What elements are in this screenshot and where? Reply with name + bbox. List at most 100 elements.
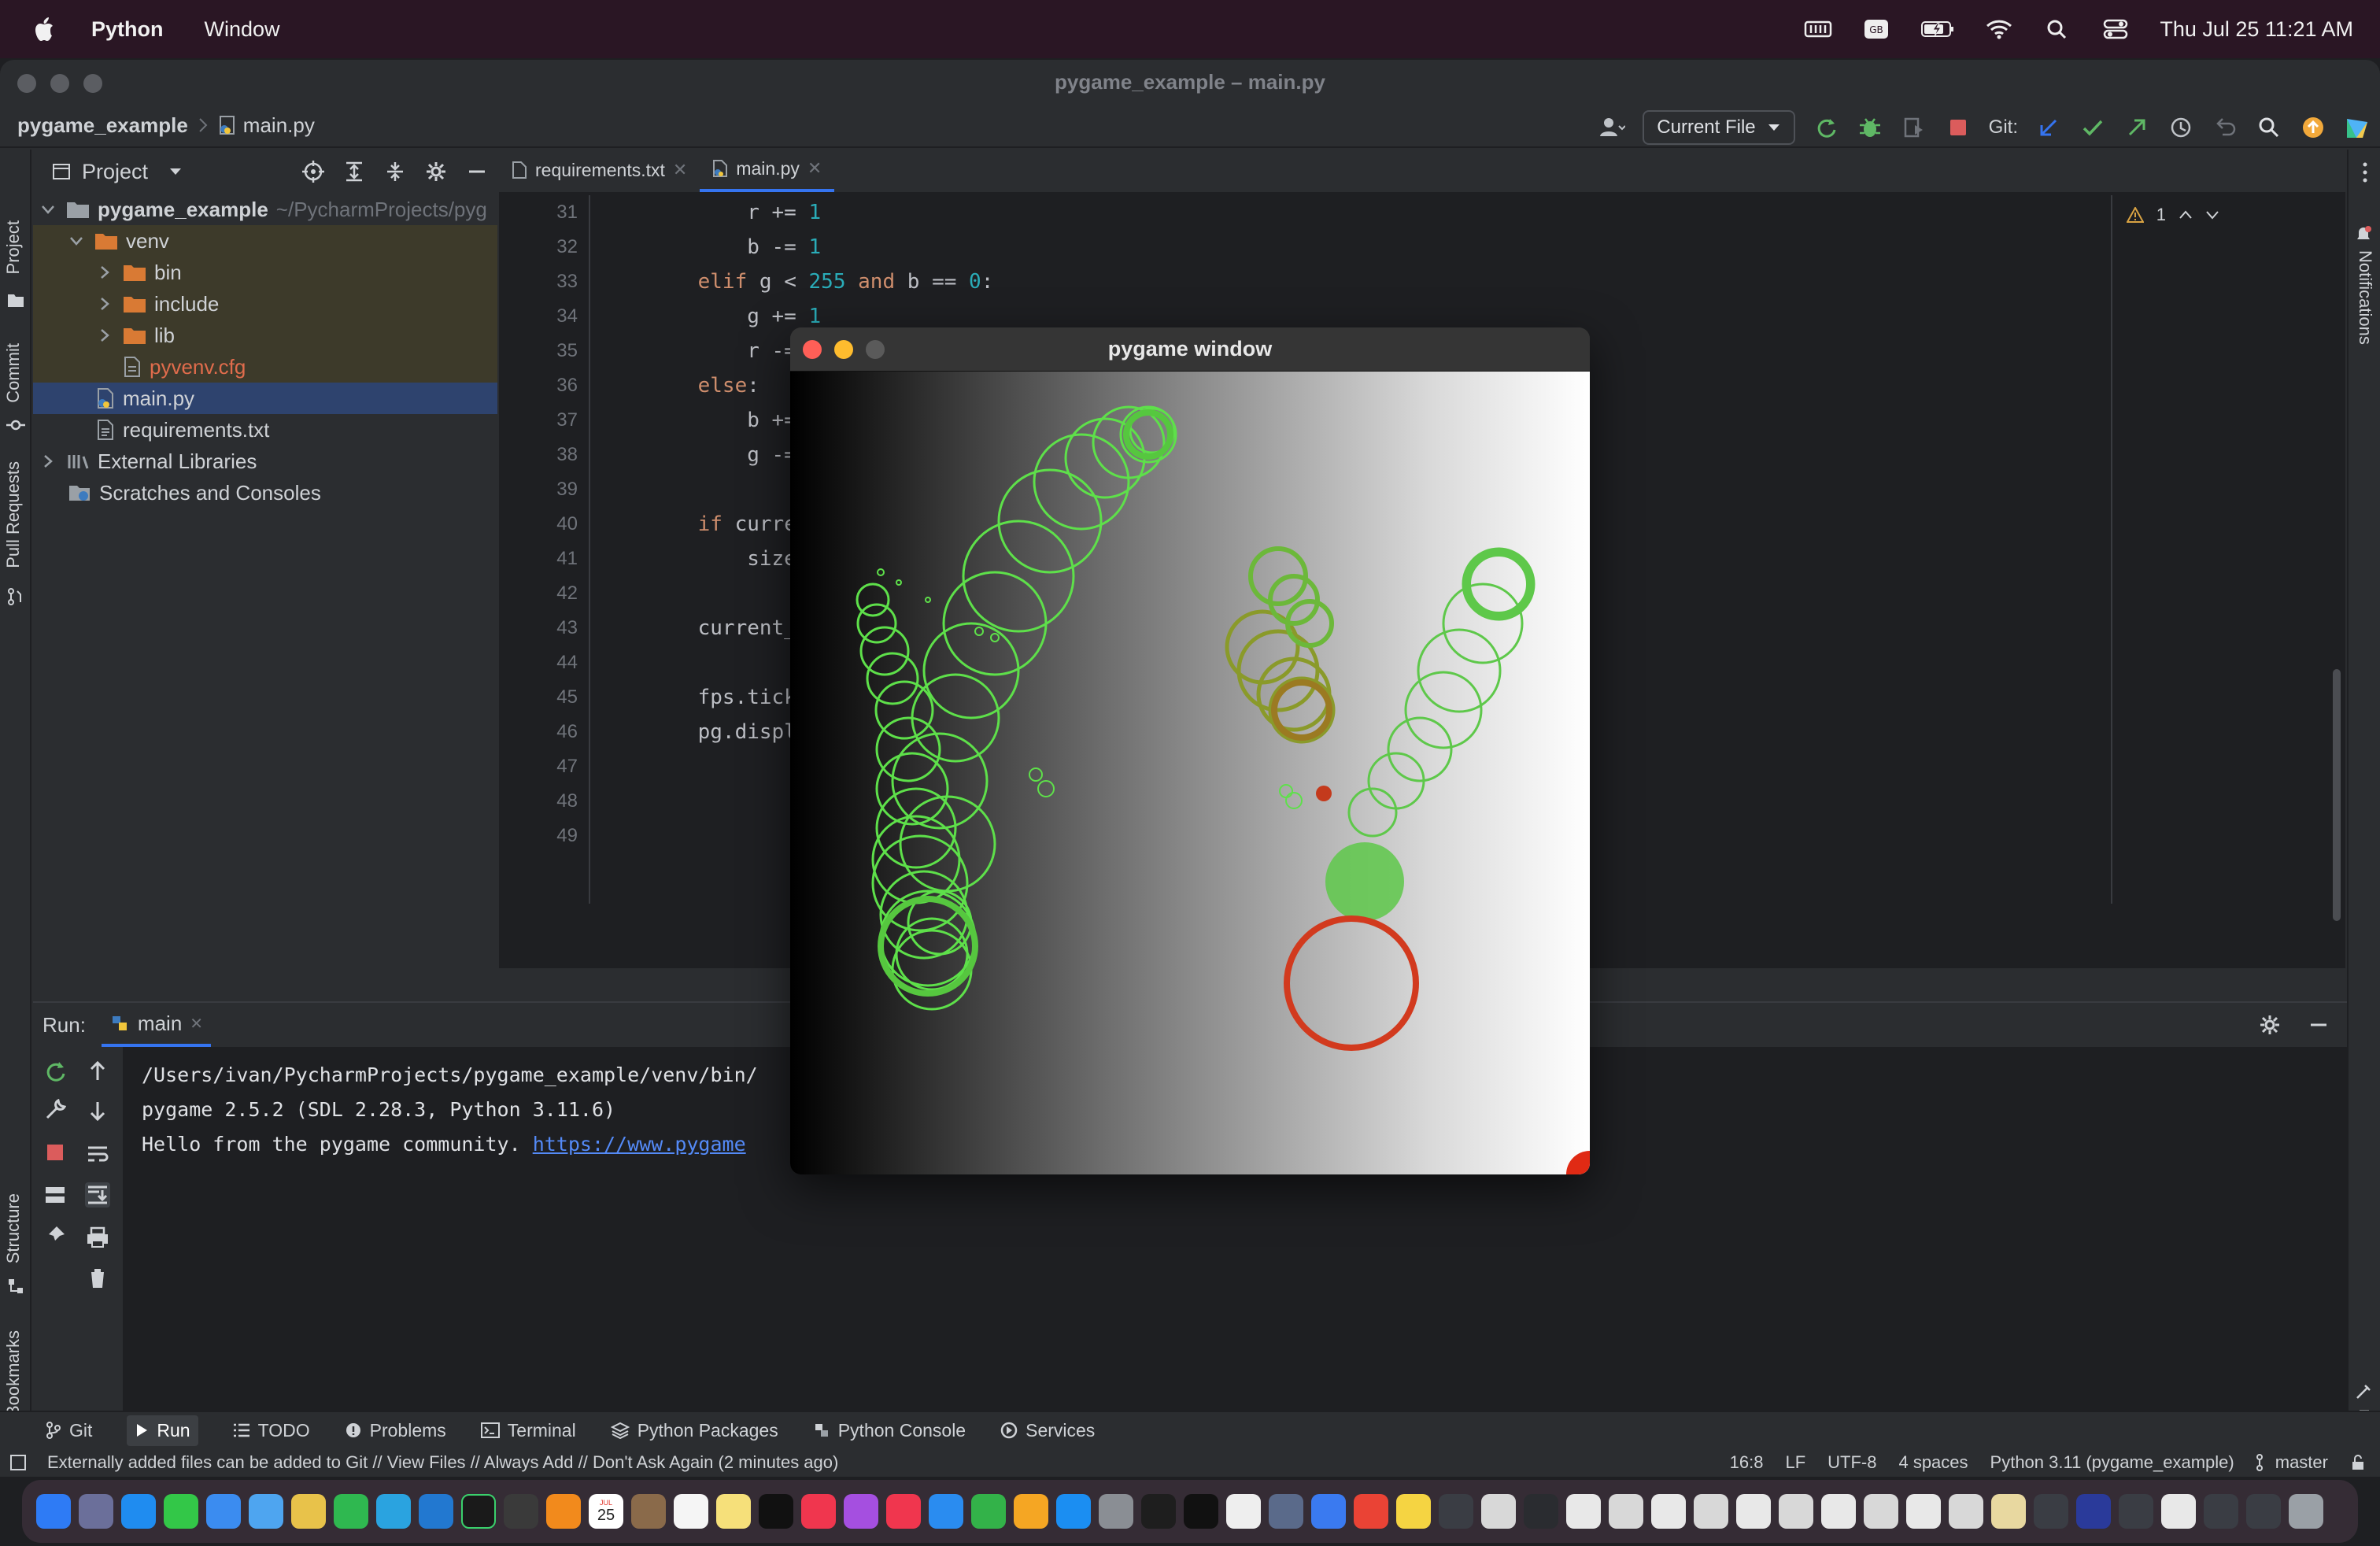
bottom-tab-terminal[interactable]: Terminal	[480, 1420, 576, 1441]
zoom-window-button[interactable]	[83, 74, 102, 93]
minimized-window-thumb[interactable]	[2246, 1494, 2281, 1529]
chevron-right-icon[interactable]	[96, 327, 113, 344]
tool-tab-project[interactable]: Project	[3, 220, 24, 274]
ai-app-icon[interactable]	[504, 1494, 538, 1529]
minimized-window-thumb[interactable]	[1906, 1494, 1941, 1529]
project-panel-title[interactable]: Project	[82, 160, 148, 184]
structure-tool-icon[interactable]	[6, 1277, 25, 1296]
debug-icon[interactable]	[1857, 114, 1883, 141]
lock-icon[interactable]	[2350, 1454, 2366, 1471]
line-separator[interactable]: LF	[1785, 1452, 1805, 1473]
tree-node-include[interactable]: include	[33, 288, 497, 320]
ide-update-icon[interactable]	[2300, 114, 2326, 141]
safari-icon[interactable]	[121, 1494, 156, 1529]
close-tab-icon[interactable]: ✕	[808, 158, 822, 179]
tree-node-requirements[interactable]: requirements.txt	[33, 414, 497, 446]
arrow-up-icon[interactable]	[85, 1058, 110, 1083]
expand-all-icon[interactable]	[343, 161, 365, 183]
minimized-window-thumb[interactable]	[2119, 1494, 2153, 1529]
reminders-icon[interactable]	[674, 1494, 708, 1529]
minimized-window-thumb[interactable]	[1949, 1494, 1983, 1529]
tool-tab-commit[interactable]: Commit	[3, 343, 24, 403]
calendar-icon[interactable]: JUL 25	[589, 1494, 623, 1529]
books-icon[interactable]	[546, 1494, 581, 1529]
code-line[interactable]: elif g < 255 and b == 0:	[649, 264, 994, 299]
history-icon[interactable]	[2168, 114, 2194, 141]
make-tool-icon[interactable]	[2354, 1382, 2373, 1401]
notes-icon[interactable]	[716, 1494, 751, 1529]
contacts-icon[interactable]	[631, 1494, 666, 1529]
gear-icon[interactable]	[425, 161, 447, 183]
apple-tv-icon[interactable]	[759, 1494, 793, 1529]
app-store-icon[interactable]	[1056, 1494, 1091, 1529]
minimized-window-thumb[interactable]	[1566, 1494, 1601, 1529]
memory-icon[interactable]	[1804, 18, 1832, 40]
minimized-window-thumb[interactable]	[1651, 1494, 1686, 1529]
chevron-down-icon[interactable]	[2205, 209, 2219, 220]
console-output[interactable]: /Users/ivan/PycharmProjects/pygame_examp…	[142, 1058, 758, 1162]
select-opened-file-icon[interactable]	[302, 161, 324, 183]
chevron-right-icon[interactable]	[96, 295, 113, 313]
wifi-icon[interactable]	[1985, 18, 2013, 40]
rollback-icon[interactable]	[2212, 114, 2238, 141]
editor-scrollbar[interactable]	[2333, 669, 2341, 921]
minimized-window-thumb[interactable]	[1991, 1494, 2026, 1529]
apple-menu-icon[interactable]	[31, 16, 55, 43]
bottom-tab-todo[interactable]: TODO	[233, 1420, 310, 1441]
chevron-down-icon[interactable]	[168, 166, 183, 177]
chevron-down-icon[interactable]	[68, 232, 85, 250]
rerun-icon[interactable]	[1813, 114, 1839, 141]
tree-node-external-libraries[interactable]: External Libraries	[33, 446, 497, 477]
bottom-tab-problems[interactable]: Problems	[345, 1420, 446, 1441]
code-line[interactable]: r += 1	[649, 195, 993, 230]
close-tab-icon[interactable]: ✕	[673, 160, 687, 180]
project-tool-icon[interactable]	[6, 291, 25, 310]
hide-panel-icon[interactable]	[2308, 1014, 2330, 1036]
chevron-right-icon[interactable]	[96, 264, 113, 281]
keynote-icon[interactable]	[929, 1494, 963, 1529]
launchpad-icon[interactable]	[79, 1494, 113, 1529]
pygame-canvas[interactable]	[790, 372, 1590, 1174]
cyberduck-icon[interactable]	[1396, 1494, 1431, 1529]
tool-tab-pull-requests[interactable]: Pull Requests	[3, 461, 24, 568]
tool-tab-notifications[interactable]: Notifications	[2355, 250, 2375, 345]
mail-icon[interactable]	[206, 1494, 241, 1529]
pages-icon[interactable]	[1014, 1494, 1048, 1529]
activity-monitor-icon[interactable]	[1141, 1494, 1176, 1529]
tree-node-venv[interactable]: venv	[33, 225, 497, 257]
minimize-window-button[interactable]	[50, 74, 69, 93]
minimized-window-thumb[interactable]	[1524, 1494, 1558, 1529]
more-tabs-icon[interactable]	[2361, 161, 2369, 184]
editor-tab-main-py[interactable]: main.py ✕	[700, 148, 835, 192]
notifications-icon[interactable]	[2354, 225, 2373, 244]
minimized-window-thumb[interactable]	[2076, 1494, 2111, 1529]
run-configuration-selector[interactable]: Current File	[1643, 110, 1795, 145]
minimized-window-thumb[interactable]	[1609, 1494, 1643, 1529]
minimize-window-button[interactable]	[834, 340, 853, 359]
run-tab-main[interactable]: main ✕	[101, 1003, 212, 1047]
podcasts-icon[interactable]	[844, 1494, 878, 1529]
pygame-titlebar[interactable]: pygame window	[790, 327, 1590, 372]
minimized-window-thumb[interactable]	[1481, 1494, 1516, 1529]
keyboard-layout-icon[interactable]: GB	[1862, 18, 1890, 40]
photos-icon[interactable]	[291, 1494, 326, 1529]
minimized-window-thumb[interactable]	[1694, 1494, 1728, 1529]
rerun-icon[interactable]	[42, 1058, 68, 1083]
numbers-icon[interactable]	[971, 1494, 1006, 1529]
arrow-down-icon[interactable]	[85, 1099, 110, 1124]
messages-icon[interactable]	[164, 1494, 198, 1529]
console-link[interactable]: https://www.pygame	[533, 1133, 746, 1156]
breadcrumb-project[interactable]: pygame_example	[17, 113, 188, 138]
stop-icon[interactable]	[1945, 114, 1972, 141]
menubar-clock[interactable]: Thu Jul 25 11:21 AM	[2160, 17, 2353, 42]
bottom-tab-python-console[interactable]: Python Console	[813, 1420, 966, 1441]
close-window-button[interactable]	[803, 340, 822, 359]
tool-tab-bookmarks[interactable]: Bookmarks	[3, 1330, 24, 1417]
python-interpreter[interactable]: Python 3.11 (pygame_example)	[1990, 1452, 2234, 1473]
stop-icon[interactable]	[42, 1140, 68, 1165]
tree-node-pyvenv-cfg[interactable]: pyvenv.cfg	[33, 351, 497, 383]
vscode-icon[interactable]	[419, 1494, 453, 1529]
caret-position[interactable]: 16:8	[1730, 1452, 1764, 1473]
bottom-tab-git[interactable]: Git	[46, 1420, 92, 1441]
chevron-down-icon[interactable]	[39, 201, 57, 218]
